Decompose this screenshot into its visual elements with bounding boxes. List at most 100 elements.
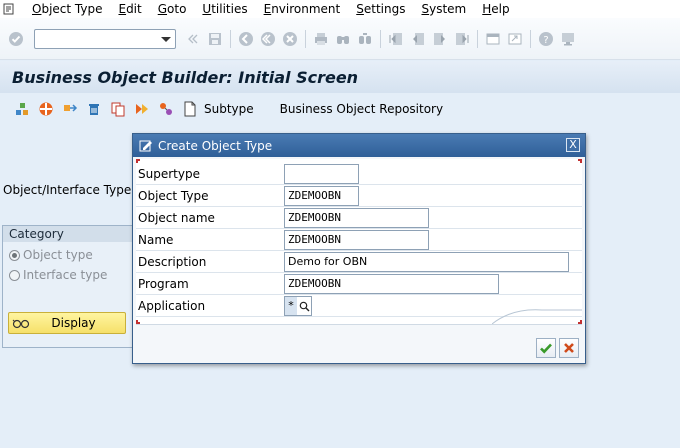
toolbar-divider — [477, 29, 478, 48]
description-label: Description — [138, 255, 207, 269]
close-icon[interactable]: X — [566, 138, 580, 152]
generate-icon[interactable] — [60, 99, 80, 119]
checkmark-icon — [540, 343, 552, 354]
display-button[interactable]: Display — [8, 312, 126, 334]
workflow-icon[interactable] — [156, 99, 176, 119]
cancel-button[interactable] — [559, 338, 579, 358]
radio-interface-type[interactable]: Interface type — [9, 268, 133, 282]
radio-button-selected[interactable] — [9, 249, 20, 261]
row-object-name: Object name ZDEMOOBN — [136, 207, 582, 229]
cancel-icon[interactable] — [280, 29, 300, 49]
frame-corner-marker — [578, 159, 582, 163]
svg-text:?: ? — [543, 35, 548, 46]
find-next-icon[interactable] — [355, 29, 375, 49]
confirm-button[interactable] — [536, 338, 556, 358]
shortcut-icon[interactable] — [505, 29, 525, 49]
edit-object-icon — [139, 139, 153, 153]
double-chevron-left-icon[interactable] — [183, 29, 203, 49]
frame-corner-marker — [136, 320, 140, 324]
menu-help[interactable]: Help — [474, 0, 517, 18]
dialog-title-bar[interactable]: Create Object Type X — [133, 134, 585, 157]
menu-goto[interactable]: Goto — [150, 0, 195, 18]
search-help-icon[interactable] — [297, 297, 311, 315]
dialog-body: Supertype Object Type ZDEMOOBN Object na… — [133, 157, 585, 364]
form-area: Supertype Object Type ZDEMOOBN Object na… — [136, 159, 582, 325]
description-field[interactable]: Demo for OBN — [284, 252, 569, 272]
print-icon[interactable] — [311, 29, 331, 49]
application-toolbar: Subtype Business Object Repository — [0, 96, 680, 122]
glasses-icon — [12, 317, 32, 329]
system-menu-icon[interactable] — [2, 2, 16, 16]
delete-icon[interactable] — [84, 99, 104, 119]
row-program: Program ZDEMOOBN — [136, 273, 582, 295]
exit-icon[interactable] — [258, 29, 278, 49]
save-icon[interactable] — [205, 29, 225, 49]
last-page-icon[interactable] — [452, 29, 472, 49]
find-icon[interactable] — [333, 29, 353, 49]
frame-corner-marker — [136, 159, 140, 163]
name-field[interactable]: ZDEMOOBN — [284, 230, 429, 250]
system-toolbar: ? — [0, 18, 680, 60]
radio-button[interactable] — [9, 269, 20, 281]
supertype-field[interactable] — [284, 164, 359, 184]
program-label: Program — [138, 277, 189, 291]
menu-settings[interactable]: Settings — [348, 0, 413, 18]
object-type-label: Object Type — [138, 189, 209, 203]
row-name: Name ZDEMOOBN — [136, 229, 582, 251]
subtype-button[interactable]: Subtype — [204, 102, 254, 116]
category-group: Category Object type Interface type Disp… — [2, 225, 134, 348]
application-value[interactable]: * — [285, 297, 297, 315]
row-description: Description Demo for OBN — [136, 251, 582, 273]
previous-page-icon[interactable] — [408, 29, 428, 49]
display-button-label: Display — [51, 316, 96, 330]
radio-label: Interface type — [23, 268, 108, 282]
command-field[interactable] — [34, 28, 176, 49]
radio-label: Object type — [23, 248, 93, 262]
application-field[interactable]: * — [284, 296, 312, 316]
menu-edit[interactable]: Edit — [110, 0, 149, 18]
object-name-label: Object name — [138, 211, 215, 225]
menu-environment[interactable]: Environment — [256, 0, 349, 18]
enter-check-icon[interactable] — [6, 29, 26, 49]
menu-object-type[interactable]: Object Type — [24, 0, 110, 18]
test-icon[interactable] — [36, 99, 56, 119]
help-icon[interactable]: ? — [536, 29, 556, 49]
back-icon[interactable] — [236, 29, 256, 49]
application-label: Application — [138, 299, 206, 313]
first-page-icon[interactable] — [386, 29, 406, 49]
command-input[interactable] — [35, 29, 153, 48]
radio-object-type[interactable]: Object type — [9, 248, 133, 262]
menu-bar: Object Type Edit Goto Utilities Environm… — [0, 0, 680, 18]
object-interface-type-label: Object/Interface Type — [3, 183, 132, 197]
menu-system[interactable]: System — [413, 0, 474, 18]
dialog-title: Create Object Type — [158, 138, 273, 153]
frame-decoration-curve — [492, 309, 582, 324]
toolbar-divider — [380, 29, 381, 48]
create-object-type-dialog: Create Object Type X Supertype Object Ty… — [132, 133, 586, 364]
object-type-field[interactable]: ZDEMOOBN — [284, 186, 359, 206]
create-icon[interactable] — [12, 99, 32, 119]
dialog-buttons — [533, 338, 579, 358]
business-object-repository-button[interactable]: Business Object Repository — [280, 102, 443, 116]
document-icon[interactable] — [180, 99, 200, 119]
page-title: Business Object Builder: Initial Screen — [12, 67, 359, 87]
row-supertype: Supertype — [136, 163, 582, 185]
close-x-icon — [564, 343, 574, 353]
activate-icon[interactable] — [132, 99, 152, 119]
row-object-type: Object Type ZDEMOOBN — [136, 185, 582, 207]
name-label: Name — [138, 233, 174, 247]
category-heading: Category — [3, 226, 133, 242]
customize-layout-icon[interactable] — [558, 29, 578, 49]
menu-utilities[interactable]: Utilities — [194, 0, 255, 18]
program-field[interactable]: ZDEMOOBN — [284, 274, 499, 294]
chevron-down-icon[interactable] — [161, 36, 171, 42]
next-page-icon[interactable] — [430, 29, 450, 49]
supertype-label: Supertype — [138, 167, 200, 181]
toolbar-divider — [305, 29, 306, 48]
toolbar-divider — [230, 29, 231, 48]
object-name-field[interactable]: ZDEMOOBN — [284, 208, 429, 228]
new-session-icon[interactable] — [483, 29, 503, 49]
copy-icon[interactable] — [108, 99, 128, 119]
toolbar-divider — [530, 29, 531, 48]
title-bar: Business Object Builder: Initial Screen — [0, 61, 680, 93]
